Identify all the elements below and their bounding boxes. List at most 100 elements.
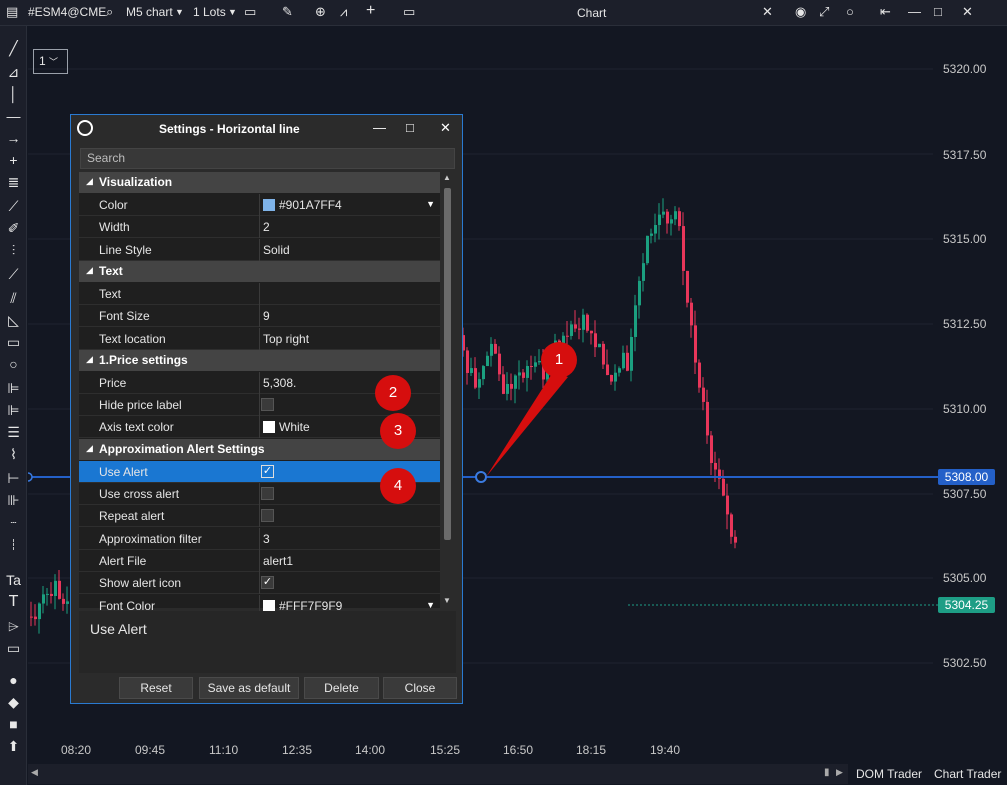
- property-value[interactable]: 2: [263, 220, 270, 234]
- scroll-thumb[interactable]: ▮: [824, 767, 830, 778]
- property-checkbox[interactable]: [261, 398, 274, 412]
- dotted-line-icon[interactable]: ┄: [4, 516, 23, 532]
- chart-trader-button[interactable]: Chart Trader: [934, 767, 1001, 781]
- close-button[interactable]: Close: [383, 677, 457, 699]
- color-swatch[interactable]: [263, 199, 275, 211]
- close-icon[interactable]: ✕: [962, 4, 973, 20]
- multi-line-icon[interactable]: ⊪: [4, 492, 23, 508]
- maximize-icon[interactable]: □: [406, 120, 414, 135]
- dialog-titlebar[interactable]: Settings - Horizontal line — □ ✕: [71, 115, 462, 142]
- line-anchor-handle[interactable]: [475, 471, 487, 483]
- search-icon[interactable]: ⌕: [106, 4, 113, 20]
- horizontal-line-icon[interactable]: —: [4, 108, 23, 124]
- dock-icon[interactable]: ⇤: [880, 4, 891, 20]
- price-label-icon[interactable]: ▭: [4, 640, 23, 656]
- line-end-handle[interactable]: [28, 472, 33, 482]
- diamond-marker-icon[interactable]: ◆: [4, 694, 23, 710]
- pencil-icon[interactable]: ✎: [282, 4, 293, 20]
- color-swatch[interactable]: [263, 599, 275, 612]
- category-header[interactable]: ◢ 1.Price settings: [79, 349, 440, 371]
- color-swatch[interactable]: [263, 421, 275, 434]
- profile-icon[interactable]: ⊫: [4, 402, 23, 418]
- save-as-default-button[interactable]: Save as default: [199, 677, 299, 699]
- property-row[interactable]: Font Size 9: [79, 305, 440, 328]
- arrow-icon[interactable]: →: [4, 130, 23, 146]
- property-checkbox[interactable]: ✓: [261, 464, 274, 478]
- minimize-icon[interactable]: —: [908, 4, 921, 19]
- property-value[interactable]: 3: [263, 532, 270, 546]
- property-scrollbar[interactable]: ▲ ▼: [440, 172, 455, 608]
- trend-icon[interactable]: ⟋: [4, 198, 23, 214]
- arrow-up-marker-icon[interactable]: ⬆: [4, 738, 23, 754]
- triangle-icon[interactable]: ◺: [4, 312, 23, 328]
- minimize-icon[interactable]: —: [373, 120, 386, 135]
- property-row[interactable]: Approximation filter 3: [79, 527, 440, 550]
- property-row[interactable]: Show alert icon ✓: [79, 572, 440, 595]
- text-icon[interactable]: Ta: [4, 572, 23, 588]
- category-header[interactable]: ◢ Visualization: [79, 172, 440, 193]
- collapse-triangle-icon[interactable]: ◢: [86, 354, 93, 365]
- scroll-down-icon[interactable]: ▼: [443, 596, 451, 605]
- template-icon[interactable]: ▭: [403, 4, 415, 20]
- dom-trader-button[interactable]: DOM Trader: [856, 767, 922, 781]
- reset-button[interactable]: Reset: [119, 677, 193, 699]
- property-value[interactable]: #901A7FF4: [279, 198, 342, 212]
- vertical-line-icon[interactable]: │: [4, 86, 23, 102]
- label-icon[interactable]: ⌲: [4, 618, 23, 634]
- property-value[interactable]: 9: [263, 309, 270, 323]
- scroll-right-icon[interactable]: ▶: [836, 767, 843, 778]
- property-value[interactable]: White: [279, 420, 310, 434]
- fibonacci-icon[interactable]: ≣: [4, 174, 23, 190]
- horizontal-scrollbar[interactable]: ◀ ▮ ▶: [28, 764, 848, 784]
- camera-icon[interactable]: ◉: [795, 4, 806, 20]
- levels-icon[interactable]: ☰: [4, 424, 23, 440]
- category-header[interactable]: ◢ Text: [79, 260, 440, 282]
- scroll-up-icon[interactable]: ▲: [443, 173, 451, 182]
- collapse-triangle-icon[interactable]: ◢: [86, 176, 93, 187]
- chevron-down-icon[interactable]: ▼: [426, 600, 435, 610]
- chevron-down-icon[interactable]: ▼: [228, 7, 237, 17]
- property-row[interactable]: Repeat alert: [79, 505, 440, 528]
- ruler-icon[interactable]: ⟋: [4, 266, 23, 282]
- wave-icon[interactable]: ⌇: [4, 446, 23, 462]
- parallel-icon[interactable]: ⫽: [4, 290, 23, 306]
- property-value[interactable]: Solid: [263, 243, 290, 257]
- horizontal-ray-icon[interactable]: ⊢: [4, 470, 23, 486]
- symbol-link-icon[interactable]: ▤: [6, 4, 18, 20]
- property-checkbox[interactable]: [261, 509, 274, 523]
- big-text-icon[interactable]: T: [4, 594, 23, 610]
- property-row[interactable]: Width 2: [79, 216, 440, 239]
- chevron-down-icon[interactable]: ▼: [426, 199, 435, 209]
- delete-button[interactable]: Delete: [304, 677, 379, 699]
- chart-style-icon[interactable]: ⩘: [340, 4, 347, 20]
- property-row[interactable]: Alert File alert1: [79, 549, 440, 572]
- theme-icon[interactable]: ○: [846, 4, 854, 19]
- property-checkbox[interactable]: ✓: [261, 576, 274, 590]
- zoom-icon[interactable]: ⊕: [315, 4, 326, 20]
- property-row[interactable]: Line Style Solid: [79, 238, 440, 261]
- rectangle-icon[interactable]: ▭: [4, 334, 23, 350]
- cross-icon[interactable]: +: [4, 152, 23, 168]
- brush-icon[interactable]: ✐: [4, 220, 23, 236]
- ellipse-icon[interactable]: ○: [4, 356, 23, 372]
- scroll-thumb[interactable]: [444, 188, 451, 540]
- maximize-icon[interactable]: □: [934, 4, 942, 19]
- volume-profile-icon[interactable]: ⊫: [4, 380, 23, 396]
- property-value[interactable]: Top right: [263, 332, 309, 346]
- chevron-down-icon[interactable]: ▼: [175, 7, 184, 17]
- search-input[interactable]: Search: [80, 148, 455, 169]
- dotted-vertical-icon[interactable]: ┆: [4, 538, 23, 554]
- line-icon[interactable]: ╱: [4, 40, 23, 56]
- ray-icon[interactable]: ⊿: [4, 64, 23, 80]
- close-icon[interactable]: ✕: [440, 120, 451, 136]
- chart-type-selector[interactable]: M5 chart: [126, 5, 173, 19]
- symbol-selector[interactable]: #ESM4@CME: [28, 5, 106, 19]
- zoom-level-selector[interactable]: 1 ﹀: [33, 49, 68, 74]
- property-row[interactable]: Color #901A7FF4 ▼: [79, 194, 440, 216]
- circle-marker-icon[interactable]: ●: [4, 672, 23, 688]
- scroll-left-icon[interactable]: ◀: [31, 767, 38, 778]
- square-marker-icon[interactable]: ■: [4, 716, 23, 732]
- fullscreen-icon[interactable]: ⤢: [819, 4, 829, 20]
- property-value[interactable]: alert1: [263, 554, 293, 568]
- collapse-triangle-icon[interactable]: ◢: [86, 265, 93, 276]
